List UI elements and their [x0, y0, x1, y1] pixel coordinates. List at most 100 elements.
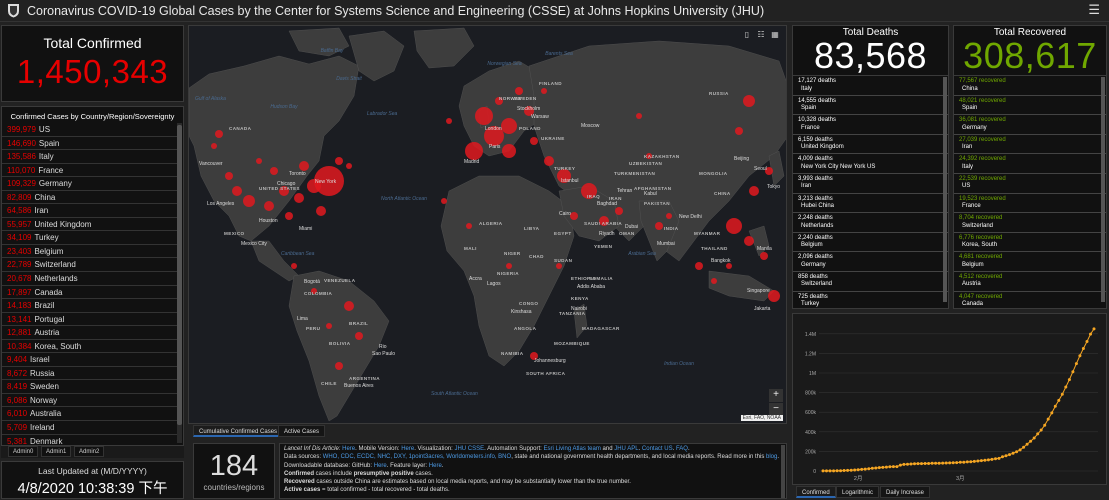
deaths-scrollbar[interactable] — [943, 77, 947, 302]
recovered-list-item-location: Spain — [962, 105, 978, 112]
country-list-item[interactable]: 110,070 France — [2, 164, 178, 178]
chart-point — [923, 462, 927, 465]
chart-point — [937, 461, 941, 465]
tab-chart-confirmed[interactable]: Confirmed — [796, 486, 836, 498]
bookmark-icon[interactable]: ▯ — [741, 30, 753, 40]
jhu-csse-link[interactable]: JHU CSSE — [454, 446, 484, 452]
zoom-in-button[interactable]: + — [769, 389, 783, 402]
recovered-list-item[interactable]: 77,567 recovered China — [954, 76, 1106, 96]
map-label-egypt: EGYPT — [554, 231, 572, 236]
country-list-item[interactable]: 10,384 Korea, South — [2, 340, 178, 354]
country-list-item[interactable]: 82,809 China — [2, 191, 178, 205]
recovered-list-item[interactable]: 4,047 recovered Canada — [954, 292, 1106, 308]
country-list-panel: Confirmed Cases by Country/Region/Sovere… — [1, 106, 184, 446]
total-confirmed-label: Total Confirmed — [43, 35, 142, 51]
feature-layer-link[interactable]: Here — [429, 463, 442, 469]
recovered-list-item[interactable]: 24,392 recovered Italy — [954, 154, 1106, 174]
country-list-item[interactable]: 17,897 Canada — [2, 286, 178, 300]
world-map[interactable]: CANADA UNITED STATES MEXICO BRAZIL PERU … — [188, 25, 787, 424]
deaths-list-item[interactable]: 4,009 deaths New York City New York US — [793, 154, 948, 174]
recovered-list-item[interactable]: 19,523 recovered France — [954, 194, 1106, 214]
tab-chart-logarithmic[interactable]: Logarithmic — [836, 486, 880, 498]
tab-chart-daily-increase[interactable]: Daily Increase — [880, 486, 931, 498]
faq-link[interactable]: FAQ — [676, 446, 688, 452]
country-list-item[interactable]: 64,586 Iran — [2, 204, 178, 218]
recovered-list-item[interactable]: 8,704 recovered Switzerland — [954, 213, 1106, 233]
country-list-item[interactable]: 8,419 Sweden — [2, 380, 178, 394]
tab-admin0[interactable]: Admin0 — [8, 446, 39, 457]
country-case-count: 55,957 — [7, 219, 32, 229]
tab-active-cases[interactable]: Active Cases — [278, 425, 326, 437]
info-text: Lancet Inf Dis Article: — [284, 446, 343, 452]
deaths-list-item[interactable]: 725 deaths Turkey — [793, 292, 948, 308]
layer-list-icon[interactable]: ☷ — [755, 30, 767, 40]
deaths-list-item[interactable]: 10,328 deaths France — [793, 115, 948, 135]
total-recovered-panel: Total Recovered 308,617 — [953, 25, 1107, 76]
deaths-list-item[interactable]: 3,993 deaths Iran — [793, 174, 948, 194]
recovered-list-item[interactable]: 6,776 recovered Korea, South — [954, 233, 1106, 253]
lancet-link[interactable]: Here — [342, 446, 355, 452]
scrollbar-thumb[interactable] — [177, 125, 182, 425]
recovered-list-item[interactable]: 27,039 recovered Iran — [954, 135, 1106, 155]
recovered-scrollbar[interactable] — [1101, 77, 1105, 302]
deaths-list-item[interactable]: 858 deaths Switzerland — [793, 272, 948, 292]
deaths-list-item[interactable]: 17,127 deaths Italy — [793, 76, 948, 96]
github-link[interactable]: Here — [374, 463, 387, 469]
info-scrollbar[interactable] — [781, 445, 785, 498]
country-list-item[interactable]: 12,881 Austria — [2, 326, 178, 340]
country-list-item[interactable]: 14,183 Brazil — [2, 299, 178, 313]
recovered-list-item[interactable]: 48,021 recovered Spain — [954, 96, 1106, 116]
recovered-list-item[interactable]: 4,681 recovered Belgium — [954, 252, 1106, 272]
city-label-seoul: Seoul — [754, 166, 767, 172]
country-list-item[interactable]: 9,404 Israel — [2, 353, 178, 367]
recovered-list-item[interactable]: 4,512 recovered Austria — [954, 272, 1106, 292]
country-list-item[interactable]: 135,586 Italy — [2, 150, 178, 164]
country-list-item[interactable]: 13,141 Portugal — [2, 313, 178, 327]
ocean-label-baffin: Baffin Bay — [320, 48, 344, 54]
country-list-item[interactable]: 5,381 Denmark — [2, 435, 178, 445]
country-list-scrollbar[interactable] — [177, 123, 182, 443]
chart-point — [842, 469, 846, 472]
deaths-list-item[interactable]: 14,555 deaths Spain — [793, 96, 948, 116]
tab-admin1[interactable]: Admin1 — [41, 446, 72, 457]
country-list-item[interactable]: 34,109 Turkey — [2, 231, 178, 245]
hamburger-icon[interactable]: ☰ — [1088, 2, 1100, 18]
country-list-item[interactable]: 22,789 Switzerland — [2, 258, 178, 273]
mobile-link[interactable]: Here — [401, 446, 414, 452]
country-list-item[interactable]: 23,403 Belgium — [2, 245, 178, 259]
tab-cumulative-confirmed[interactable]: Cumulative Confirmed Cases — [193, 425, 284, 437]
deaths-list-item-location: Italy — [801, 85, 813, 92]
country-list-item[interactable]: 8,672 Russia — [2, 367, 178, 381]
jhu-apl-link[interactable]: JHU APL — [614, 446, 638, 452]
deaths-list-item-count: 14,555 deaths — [798, 97, 837, 104]
info-bold: Confirmed — [284, 470, 314, 477]
map-label-somalia: SOMALIA — [589, 276, 613, 281]
blog-link[interactable]: blog — [766, 454, 777, 460]
deaths-list-item[interactable]: 2,096 deaths Germany — [793, 252, 948, 272]
recovered-list-item-count: 24,392 recovered — [959, 156, 1006, 163]
country-name: Russia — [30, 368, 55, 378]
chart-point — [955, 461, 959, 465]
country-list-item[interactable]: 20,678 Netherlands — [2, 272, 178, 286]
country-list-item[interactable]: 6,010 Australia — [2, 407, 178, 422]
deaths-list-item[interactable]: 3,213 deaths Hubei China — [793, 194, 948, 214]
deaths-list-item[interactable]: 2,240 deaths Belgium — [793, 233, 948, 253]
recovered-list-item[interactable]: 22,539 recovered US — [954, 174, 1106, 194]
tab-admin2[interactable]: Admin2 — [74, 446, 105, 457]
data-sources-links[interactable]: WHO, CDC, ECDC, NHC, DXY, 1point3acres, … — [323, 454, 512, 460]
recovered-list-item[interactable]: 36,081 recovered Germany — [954, 115, 1106, 135]
country-list-item[interactable]: 399,979 US — [2, 123, 178, 137]
country-list-item[interactable]: 5,709 Ireland — [2, 421, 178, 435]
country-list-item[interactable]: 109,329 Germany — [2, 177, 178, 191]
country-list-item[interactable]: 55,957 United Kingdom — [2, 218, 178, 232]
contact-link[interactable]: Contact US — [642, 446, 673, 452]
deaths-list-item[interactable]: 2,248 deaths Netherlands — [793, 213, 948, 233]
deaths-list-item-count: 2,248 deaths — [798, 215, 833, 222]
esri-link[interactable]: Esri Living Atlas team — [544, 446, 601, 452]
deaths-list-item[interactable]: 6,159 deaths United Kingdom — [793, 135, 948, 155]
country-list-item[interactable]: 146,690 Spain — [2, 137, 178, 151]
basemap-gallery-icon[interactable]: ▦ — [769, 30, 781, 40]
country-list-item[interactable]: 6,086 Norway — [2, 394, 178, 408]
deaths-list-item-location: United Kingdom — [801, 144, 844, 151]
ocean-label-norwegian: Norwegian Sea — [487, 61, 522, 67]
